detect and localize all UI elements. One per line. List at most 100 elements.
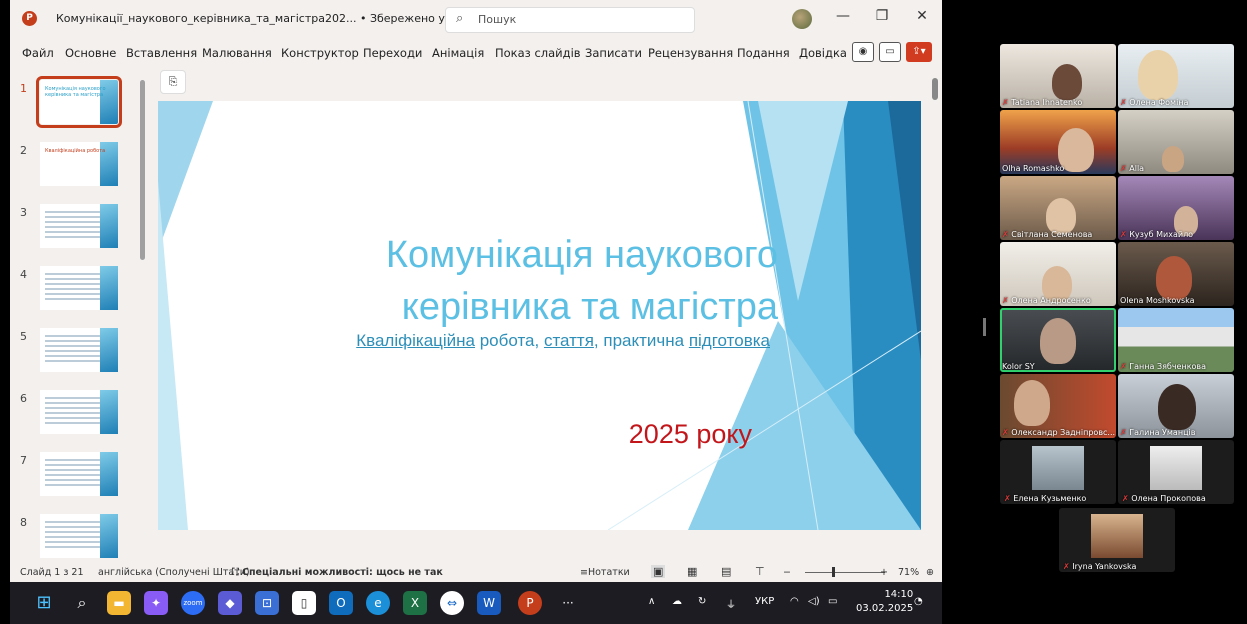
slide-thumbnail[interactable] xyxy=(40,514,118,558)
teamviewer-icon[interactable]: ⇔ xyxy=(440,591,464,615)
share-button[interactable]: ⇪▾ xyxy=(906,42,932,62)
slide-thumbnail[interactable] xyxy=(40,390,118,434)
powerpoint-app-icon[interactable]: P xyxy=(518,591,542,615)
normal-view-icon[interactable]: ▣ xyxy=(651,565,666,578)
cloud-icon[interactable]: ☁ xyxy=(672,596,682,607)
volume-icon[interactable]: ◁) xyxy=(808,596,820,607)
edge-icon[interactable]: e xyxy=(366,591,390,615)
thumbnail-row[interactable]: 8 xyxy=(10,510,150,566)
thumbnail-row[interactable]: 5 xyxy=(10,324,150,380)
tab-view[interactable]: Подання xyxy=(737,46,790,60)
slide-thumbnail[interactable]: Комунікація наукового керівника та магіс… xyxy=(36,76,122,128)
comments-icon[interactable]: ▭ xyxy=(879,42,901,62)
copilot-app-icon[interactable]: ✦ xyxy=(144,591,168,615)
slide-year[interactable]: 2025 року xyxy=(538,419,752,450)
restore-button[interactable]: ❐ xyxy=(872,8,892,24)
more-apps-icon[interactable]: ··· xyxy=(556,591,580,615)
zoom-app-icon[interactable]: zoom xyxy=(181,591,205,615)
slide-thumbnail[interactable]: Кваліфікаційна робота xyxy=(40,142,118,186)
tab-slideshow[interactable]: Показ слайдів xyxy=(495,46,581,60)
tab-review[interactable]: Рецензування xyxy=(648,46,733,60)
participant-tile[interactable]: ✗ Ганна Зябченкова xyxy=(1118,308,1234,372)
zoom-level[interactable]: 71% xyxy=(898,567,919,578)
slide-thumbnail[interactable] xyxy=(40,452,118,496)
tab-help[interactable]: Довідка xyxy=(799,46,847,60)
participant-tile[interactable]: ✗ Галина Уманців xyxy=(1118,374,1234,438)
fit-slide-icon[interactable]: ⊕ xyxy=(926,567,934,578)
thumbnail-row[interactable]: 6 xyxy=(10,386,150,442)
copilot-icon[interactable]: ⎘ xyxy=(160,70,186,94)
accessibility-status[interactable]: ⛶ Спеціальні можливості: щось не так xyxy=(232,567,443,578)
tab-insert[interactable]: Вставлення xyxy=(126,46,197,60)
document-title[interactable]: Комунікації_наукового_керівника_та_магіс… xyxy=(56,12,502,25)
thumbnail-row[interactable]: 4 xyxy=(10,262,150,318)
participant-tile[interactable]: Olha Romashko xyxy=(1000,110,1116,174)
record-icon[interactable]: ◉ xyxy=(852,42,874,62)
participant-tile[interactable]: ✗ Кузуб Михайло xyxy=(1118,176,1234,240)
store-icon[interactable]: ⊡ xyxy=(255,591,279,615)
panel-resize-handle[interactable] xyxy=(983,318,986,336)
participant-tile[interactable]: ✗ Світлана Семенова xyxy=(1000,176,1116,240)
search-box[interactable]: ⌕ Пошук xyxy=(445,7,695,33)
tab-transitions[interactable]: Переходи xyxy=(363,46,422,60)
notification-icon[interactable]: ◔ xyxy=(914,596,923,607)
scrollbar-thumb[interactable] xyxy=(932,78,938,100)
wifi-icon[interactable]: ◠ xyxy=(790,596,799,607)
tab-home[interactable]: Основне xyxy=(65,46,116,60)
participant-tile[interactable]: Kolor SY xyxy=(1000,308,1116,372)
document-icon[interactable]: ▯ xyxy=(292,591,316,615)
search-icon[interactable]: ⌕ xyxy=(70,591,94,615)
app-icon[interactable]: ◆ xyxy=(218,591,242,615)
participant-tile[interactable]: ✗ Олена Прокопова xyxy=(1118,440,1234,504)
excel-icon[interactable]: X xyxy=(403,591,427,615)
account-avatar[interactable] xyxy=(792,9,812,29)
language-indicator[interactable]: англійська (Сполучені Штати) xyxy=(98,567,250,578)
participant-tile[interactable]: ✗ Олена Андросенко xyxy=(1000,242,1116,306)
slideshow-icon[interactable]: ⊤ xyxy=(755,565,765,578)
slide-subtitle[interactable]: Кваліфікаційна робота, стаття, практична… xyxy=(258,331,770,351)
outlook-icon[interactable]: O xyxy=(329,591,353,615)
slide-scrollbar[interactable] xyxy=(930,72,940,552)
thumbnail-row[interactable]: 1 Комунікація наукового керівника та маг… xyxy=(10,76,150,132)
zoom-slider[interactable] xyxy=(805,572,885,573)
system-clock[interactable]: 14:10 03.02.2025 xyxy=(856,588,913,616)
battery-icon[interactable]: ▭ xyxy=(828,596,837,607)
slide-title[interactable]: Комунікація наукового керівника та магіс… xyxy=(298,229,778,333)
tab-file[interactable]: Файл xyxy=(22,46,54,60)
word-icon[interactable]: W xyxy=(477,591,501,615)
sync-icon[interactable]: ↻ xyxy=(698,596,706,607)
tab-draw[interactable]: Малювання xyxy=(202,46,272,60)
participant-tile[interactable]: Olena Moshkovska xyxy=(1118,242,1234,306)
zoom-slider-knob[interactable] xyxy=(832,567,835,577)
slide-thumbnail[interactable] xyxy=(40,266,118,310)
tab-record[interactable]: Записати xyxy=(585,46,642,60)
slide-sorter-icon[interactable]: ▦ xyxy=(687,565,697,578)
minimize-button[interactable]: — xyxy=(833,8,853,24)
zoom-in-button[interactable]: + xyxy=(880,567,888,578)
file-explorer-icon[interactable]: ▬ xyxy=(107,591,131,615)
thumbnail-row[interactable]: 7 xyxy=(10,448,150,504)
thumbnail-scrollbar[interactable] xyxy=(139,72,146,560)
slide-thumbnail[interactable] xyxy=(40,328,118,372)
windows-start-icon[interactable]: ⊞ xyxy=(32,591,56,615)
thumbnail-row[interactable]: 2 Кваліфікаційна робота xyxy=(10,138,150,194)
notes-button[interactable]: ≡Нотатки xyxy=(580,567,630,578)
chevron-up-icon[interactable]: ∧ xyxy=(648,596,655,607)
participant-tile[interactable]: ✗ Олена Фоміна xyxy=(1118,44,1234,108)
microphone-icon[interactable]: ⏚ xyxy=(726,596,736,611)
participant-tile[interactable]: ✗ Елена Кузьменко xyxy=(1000,440,1116,504)
participant-tile[interactable]: ✗ Tatiana Ihnatenko xyxy=(1000,44,1116,108)
tab-animations[interactable]: Анімація xyxy=(432,46,484,60)
participant-tile[interactable]: ✗ Олександр Задніпровс... xyxy=(1000,374,1116,438)
tab-design[interactable]: Конструктор xyxy=(281,46,359,60)
thumbnail-row[interactable]: 3 xyxy=(10,200,150,256)
reading-view-icon[interactable]: ▤ xyxy=(721,565,731,578)
slide-thumbnail[interactable] xyxy=(40,204,118,248)
participant-tile[interactable]: ✗ Iryna Yankovska xyxy=(1059,508,1175,572)
zoom-out-button[interactable]: − xyxy=(783,567,791,578)
keyboard-language[interactable]: УКР xyxy=(755,596,774,607)
participant-tile[interactable]: ✗ Alla xyxy=(1118,110,1234,174)
scrollbar-thumb[interactable] xyxy=(140,80,145,260)
current-slide[interactable]: Комунікація наукового керівника та магіс… xyxy=(158,101,921,530)
close-button[interactable]: ✕ xyxy=(912,8,932,24)
